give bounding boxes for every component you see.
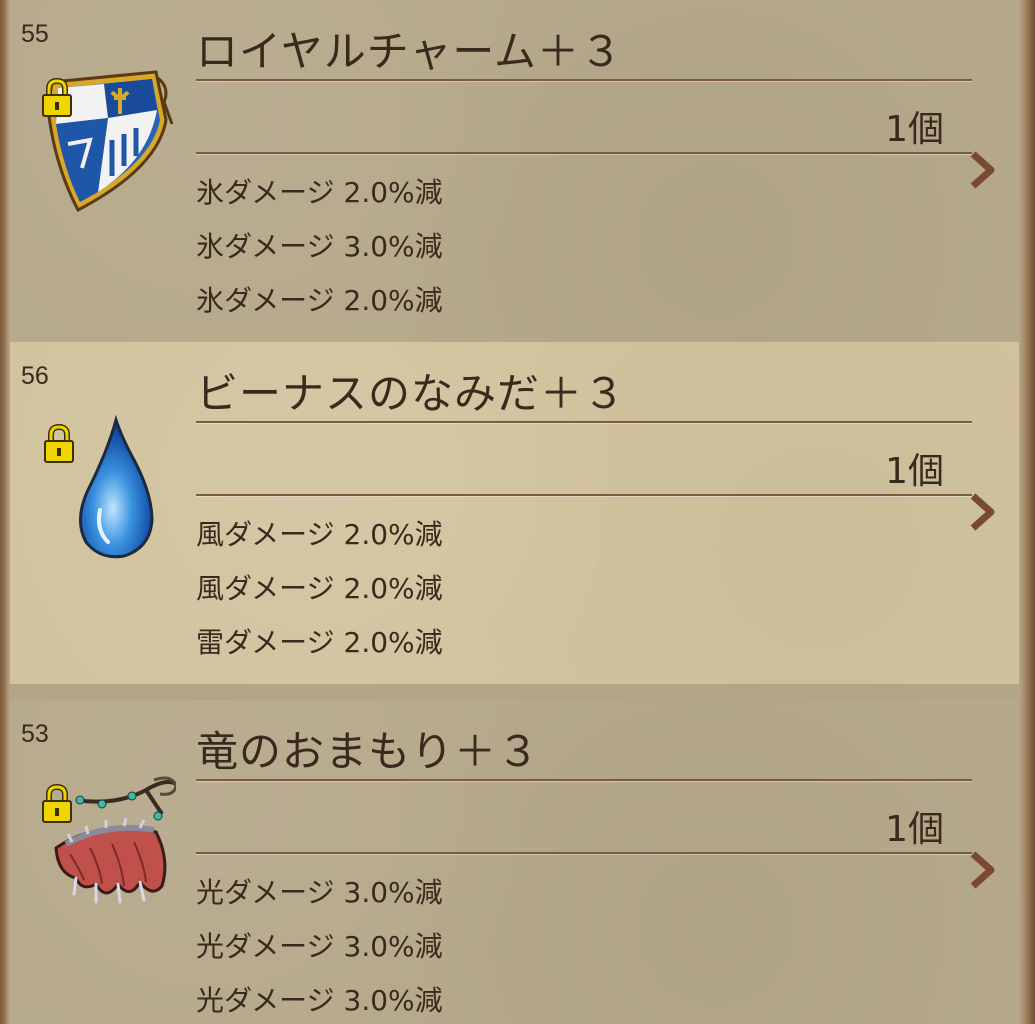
divider	[196, 494, 972, 496]
effect-line: 氷ダメージ 2.0%減	[196, 284, 443, 317]
effect-line: 雷ダメージ 2.0%減	[196, 626, 443, 659]
item-level: 53	[21, 720, 49, 748]
effect-line: 風ダメージ 2.0%減	[196, 572, 443, 605]
lock-icon	[40, 783, 74, 824]
lock-icon	[42, 423, 76, 464]
effect-list: 光ダメージ 3.0%減 光ダメージ 3.0%減 光ダメージ 3.0%減	[196, 866, 443, 1024]
frame-border-right	[1019, 0, 1035, 1024]
divider	[196, 852, 972, 854]
chevron-right-icon[interactable]	[967, 492, 997, 532]
accessory-list: 55 ロイヤルチャーム＋３ 1個 氷ダメージ 2.0%減 氷ダメージ 3.0%減…	[0, 0, 1035, 1024]
effect-line: 氷ダメージ 3.0%減	[196, 230, 443, 263]
effect-line: 光ダメージ 3.0%減	[196, 876, 443, 909]
list-item-venus-tear[interactable]: 56 ビーナスのなみだ＋３ 1個 風ダメージ 2.0%減 風ダメージ 2.0%減…	[10, 342, 1019, 684]
effect-list: 風ダメージ 2.0%減 風ダメージ 2.0%減 雷ダメージ 2.0%減	[196, 508, 443, 670]
item-name: ロイヤルチャーム＋３	[196, 27, 624, 76]
effect-line: 光ダメージ 3.0%減	[196, 930, 443, 963]
item-count: 1個	[885, 451, 944, 492]
item-name: 竜のおまもり＋３	[196, 727, 541, 776]
frame-border-left	[0, 0, 10, 1024]
effect-line: 風ダメージ 2.0%減	[196, 518, 443, 551]
list-item-dragon-charm[interactable]: 53 竜のおまもり＋３ 1個 光ダメージ 3.0%減 光ダメージ 3.0%減 光…	[10, 700, 1019, 1024]
list-item-royal-charm[interactable]: 55 ロイヤルチャーム＋３ 1個 氷ダメージ 2.0%減 氷ダメージ 3.0%減…	[10, 0, 1019, 342]
item-name: ビーナスのなみだ＋３	[196, 369, 627, 418]
divider	[196, 421, 972, 423]
chevron-right-icon[interactable]	[967, 150, 997, 190]
divider	[196, 79, 972, 81]
item-count: 1個	[885, 809, 944, 850]
item-level: 56	[21, 362, 49, 390]
chevron-right-icon[interactable]	[967, 850, 997, 890]
divider	[196, 152, 972, 154]
effect-line: 氷ダメージ 2.0%減	[196, 176, 443, 209]
item-count: 1個	[885, 109, 944, 150]
effect-line: 光ダメージ 3.0%減	[196, 984, 443, 1017]
effect-list: 氷ダメージ 2.0%減 氷ダメージ 3.0%減 氷ダメージ 2.0%減	[196, 166, 443, 328]
item-level: 55	[21, 20, 49, 48]
divider	[196, 779, 972, 781]
lock-icon	[40, 77, 74, 118]
